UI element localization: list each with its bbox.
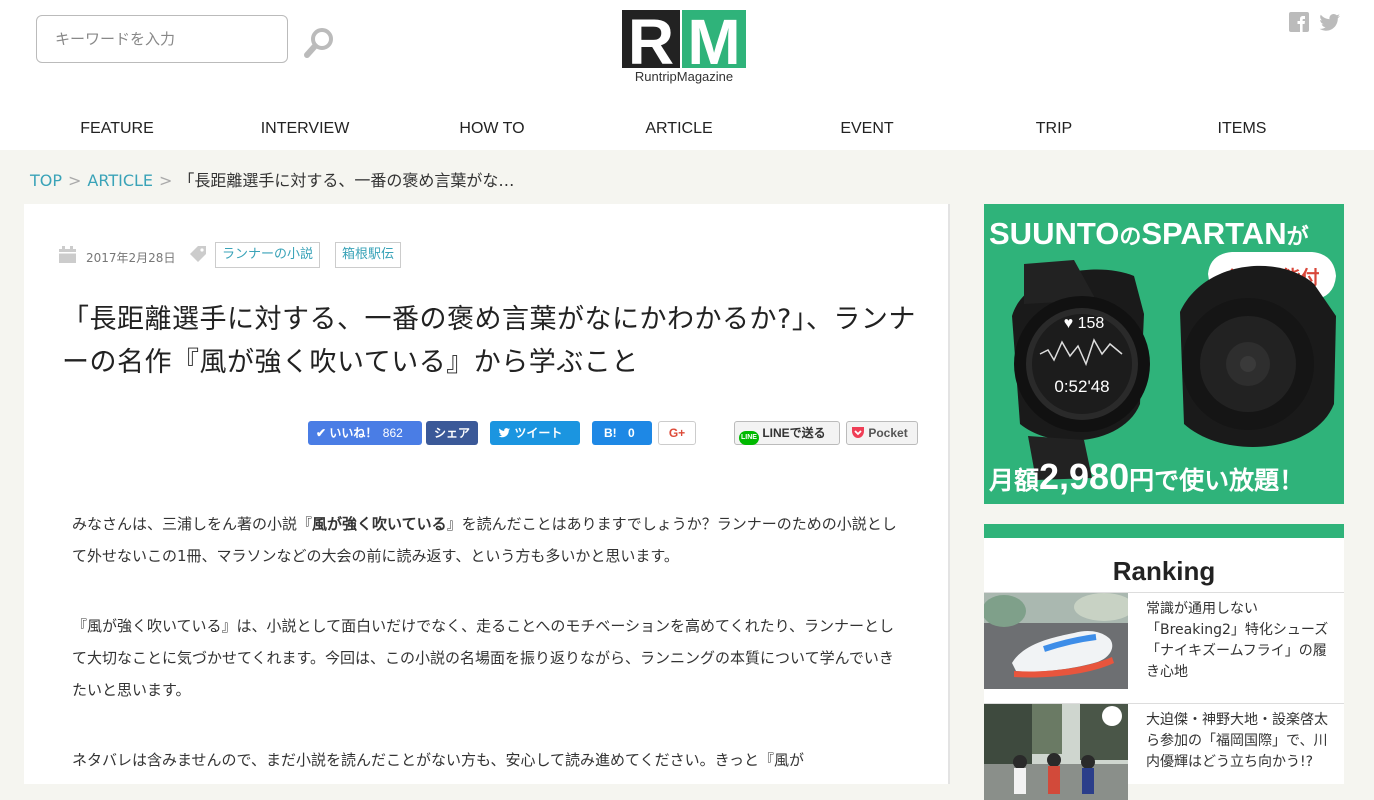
ranking-item-title: 大迫傑・神野大地・設楽啓太ら参加の「福岡国際」で、川内優輝はどう立ち向かう!? <box>1146 712 1328 770</box>
hatena-count: 0 <box>628 426 635 440</box>
facebook-share-button[interactable]: シェア <box>426 421 478 445</box>
paragraph-1: みなさんは、三浦しをん著の小説『風が強く吹いている』を読んだことはありますでしょ… <box>72 508 902 572</box>
tag-runner-novel[interactable]: ランナーの小説 <box>215 242 321 268</box>
article-date: 2017年2月28日 <box>86 251 176 265</box>
main-nav: FEATURE INTERVIEW HOW TO ARTICLE EVENT T… <box>0 108 1374 150</box>
ranking-thumbnail-race <box>984 704 1128 800</box>
breadcrumb-separator: > <box>68 171 82 190</box>
line-label: LINEで送る <box>762 426 826 440</box>
novel-title: 風が強く吹いている <box>312 515 447 533</box>
breadcrumb-top[interactable]: TOP <box>30 171 62 190</box>
search-input[interactable] <box>37 16 275 62</box>
paragraph-2: 『風が強く吹いている』は、小説として面白いだけでなく、走ることへのモチベーション… <box>72 617 895 699</box>
search-icon[interactable] <box>303 25 337 59</box>
breadcrumb: TOP > ARTICLE > 「長距離選手に対する、一番の褒め言葉がな… <box>30 167 514 191</box>
pocket-button[interactable]: Pocket <box>846 421 918 445</box>
hatena-button[interactable]: B! 0 <box>592 421 652 445</box>
twitter-bird-icon <box>498 426 514 440</box>
ranking-widget: Ranking 常識が通用しない「Breaking2」特化シューズ「ナイキズーム… <box>984 524 1344 800</box>
ranking-thumbnail-shoes <box>984 593 1128 689</box>
line-button[interactable]: LINE LINEで送る <box>734 421 840 445</box>
tag-icon <box>189 246 207 268</box>
paragraph-1-text: みなさんは、三浦しをん著の小説『 <box>72 515 313 533</box>
ranking-item[interactable]: 大迫傑・神野大地・設楽啓太ら参加の「福岡国際」で、川内優輝はどう立ち向かう!? <box>984 703 1344 800</box>
logo-letter-r: R <box>628 8 674 78</box>
google-plus-button[interactable]: G+ <box>658 421 696 445</box>
site-header: R M RuntripMagazine FEATURE INTERVIEW HO… <box>0 0 1374 150</box>
pocket-label: Pocket <box>868 426 908 440</box>
suunto-ad-banner[interactable]: SUUNTOのSPARTANが 心拍機能付 ♥ 158 0:52'48 月額2,… <box>984 204 1344 504</box>
like-button[interactable]: ✔ いいね！ 862 <box>308 421 422 445</box>
nav-items[interactable]: ITEMS <box>1218 120 1267 138</box>
watch-bpm: ♥ 158 <box>1064 315 1105 332</box>
logo-text: RuntripMagazine <box>635 69 733 84</box>
tag-hakone-ekiden[interactable]: 箱根駅伝 <box>335 242 402 268</box>
twitter-icon[interactable] <box>1319 12 1341 32</box>
nav-event[interactable]: EVENT <box>840 120 893 138</box>
nav-article[interactable]: ARTICLE <box>645 120 712 138</box>
watch-time: 0:52'48 <box>1054 377 1109 396</box>
like-label: いいね！ <box>329 426 378 440</box>
breadcrumb-current: 「長距離選手に対する、一番の褒め言葉がな… <box>178 171 515 190</box>
article-title: 「長距離選手に対する、一番の褒め言葉がなにかわかるか?」、ランナーの名作『風が強… <box>62 304 916 378</box>
paragraph-3: ネタバレは含みませんので、まだ小説を読んだことがない方も、安心して読み進めてくだ… <box>72 751 805 769</box>
check-icon: ✔ <box>316 426 327 440</box>
hatena-label: B! <box>604 426 617 440</box>
ad-headline: SUUNTOのSPARTANが <box>989 216 1309 251</box>
tweet-label: ツイート <box>514 426 563 440</box>
line-icon: LINE <box>739 431 759 445</box>
site-logo[interactable]: R M RuntripMagazine <box>620 6 748 86</box>
facebook-icon[interactable] <box>1289 12 1309 32</box>
ranking-title: Ranking <box>1112 556 1216 586</box>
nav-how-to[interactable]: HOW TO <box>459 120 524 138</box>
breadcrumb-separator: > <box>159 171 173 190</box>
article-card: 2017年2月28日 ランナーの小説 箱根駅伝 「長距離選手に対する、一番の褒め… <box>24 204 950 784</box>
tweet-button[interactable]: ツイート <box>490 421 580 445</box>
ranking-item-title: 常識が通用しない「Breaking2」特化シューズ「ナイキズームフライ」の履き心… <box>1146 601 1329 680</box>
breadcrumb-article[interactable]: ARTICLE <box>87 171 153 190</box>
ranking-item[interactable]: 常識が通用しない「Breaking2」特化シューズ「ナイキズームフライ」の履き心… <box>984 592 1344 689</box>
nav-trip[interactable]: TRIP <box>1036 120 1072 138</box>
pocket-icon <box>851 426 868 440</box>
nav-feature[interactable]: FEATURE <box>80 120 153 138</box>
search-box[interactable] <box>36 15 288 63</box>
calendar-icon <box>59 246 76 267</box>
like-count: 862 <box>382 426 403 440</box>
logo-letter-m: M <box>687 8 740 78</box>
share-buttons: ✔ いいね！ 862 シェア ツイート B! 0 G+ LINE LINEで送る… <box>308 421 948 447</box>
nav-interview[interactable]: INTERVIEW <box>261 120 350 138</box>
